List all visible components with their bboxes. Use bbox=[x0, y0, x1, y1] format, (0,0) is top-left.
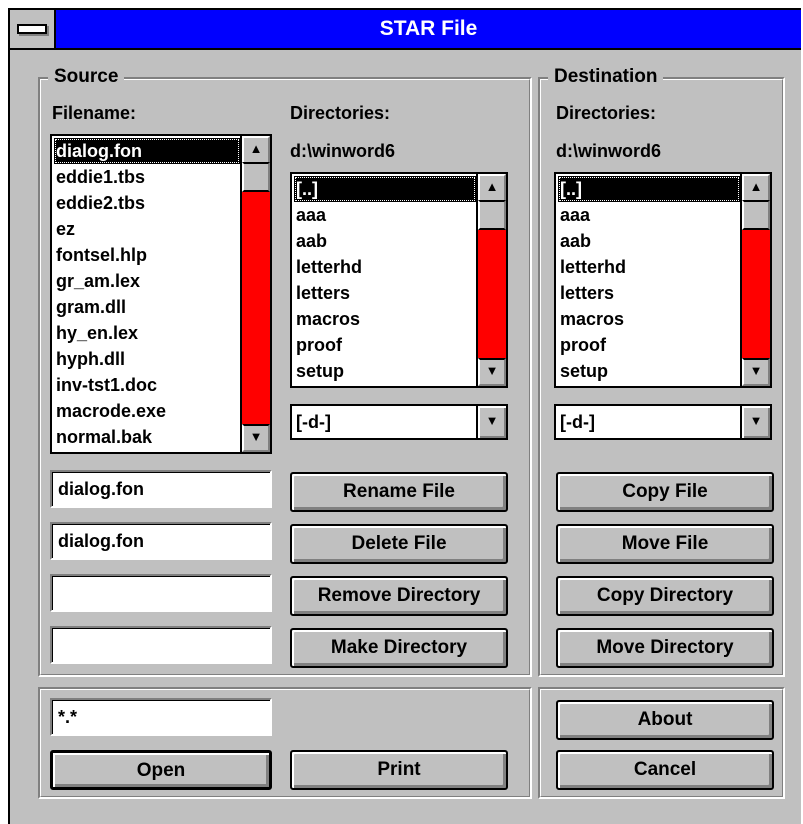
file-list: dialog.fon eddie1.tbs eddie2.tbs ez fontsel.… bbox=[54, 138, 240, 450]
list-item[interactable]: proof bbox=[558, 332, 740, 358]
list-item[interactable]: macros bbox=[558, 306, 740, 332]
system-menu-button[interactable] bbox=[10, 10, 56, 48]
open-button[interactable]: Open bbox=[50, 750, 272, 790]
list-item[interactable]: letters bbox=[294, 280, 476, 306]
print-button[interactable]: Print bbox=[290, 750, 508, 790]
list-item[interactable]: normal.bak bbox=[54, 424, 240, 450]
list-item[interactable]: letters bbox=[558, 280, 740, 306]
scroll-up-arrow-icon[interactable]: ▲ bbox=[242, 136, 270, 164]
source-drive-select[interactable]: [-d-] ▼ bbox=[290, 404, 508, 440]
cancel-button[interactable]: Cancel bbox=[556, 750, 774, 790]
list-item[interactable]: proof bbox=[294, 332, 476, 358]
title-bar[interactable]: STAR File bbox=[10, 10, 801, 50]
file-listbox[interactable]: dialog.fon eddie1.tbs eddie2.tbs ez fontsel.… bbox=[50, 134, 272, 454]
window-title: STAR File bbox=[379, 17, 478, 40]
dropdown-arrow-icon[interactable]: ▼ bbox=[476, 406, 506, 438]
scroll-up-arrow-icon[interactable]: ▲ bbox=[742, 174, 770, 202]
list-item[interactable]: setup bbox=[294, 358, 476, 384]
destination-directories-label: Directories: bbox=[556, 103, 657, 123]
move-directory-button[interactable]: Move Directory bbox=[556, 628, 774, 668]
list-item[interactable]: aab bbox=[294, 228, 476, 254]
list-item[interactable]: eddie2.tbs bbox=[54, 190, 240, 216]
scroll-thumb[interactable] bbox=[242, 162, 270, 192]
directory-field-2[interactable] bbox=[50, 626, 272, 664]
destination-current-directory: d:\winword6 bbox=[556, 141, 661, 161]
list-item[interactable]: hyph.dll bbox=[54, 346, 240, 372]
directory-field-1[interactable] bbox=[50, 574, 272, 612]
destination-directory-listbox[interactable]: [..] aaa aab letterhd letters macros proof setu… bbox=[554, 172, 772, 388]
list-item[interactable]: dialog.fon bbox=[54, 138, 240, 164]
source-legend: Source bbox=[48, 66, 125, 88]
filename-field[interactable]: dialog.fon bbox=[50, 470, 272, 508]
star-file-dialog: STAR File Source Filename: dialog.fon edd… bbox=[8, 8, 801, 824]
destination-drive-value: [-d-] bbox=[560, 412, 595, 432]
filename-label: Filename: bbox=[52, 103, 137, 123]
source-drive-value: [-d-] bbox=[296, 412, 331, 432]
source-directories-label: Directories: bbox=[290, 103, 391, 123]
file-pattern-field[interactable]: *.* bbox=[50, 698, 272, 736]
scroll-down-arrow-icon[interactable]: ▼ bbox=[742, 358, 770, 386]
source-directory-scrollbar[interactable]: ▲ ▼ bbox=[476, 174, 506, 386]
remove-directory-button[interactable]: Remove Directory bbox=[290, 576, 508, 616]
list-item[interactable]: letterhd bbox=[294, 254, 476, 280]
destination-directory-scrollbar[interactable]: ▲ ▼ bbox=[740, 174, 770, 386]
make-directory-button[interactable]: Make Directory bbox=[290, 628, 508, 668]
source-directory-list: [..] aaa aab letterhd letters macros proof setu… bbox=[294, 176, 476, 384]
list-item[interactable]: setup bbox=[558, 358, 740, 384]
list-item[interactable]: fontsel.hlp bbox=[54, 242, 240, 268]
about-button[interactable]: About bbox=[556, 700, 774, 740]
destination-legend: Destination bbox=[548, 66, 664, 88]
list-item[interactable]: [..] bbox=[558, 176, 740, 202]
list-item[interactable]: macrode.exe bbox=[54, 398, 240, 424]
list-item[interactable]: aab bbox=[558, 228, 740, 254]
list-item[interactable]: gr_am.lex bbox=[54, 268, 240, 294]
system-menu-icon bbox=[17, 24, 47, 34]
copy-directory-button[interactable]: Copy Directory bbox=[556, 576, 774, 616]
destination-directory-list: [..] aaa aab letterhd letters macros proof setu… bbox=[558, 176, 740, 384]
scroll-down-arrow-icon[interactable]: ▼ bbox=[478, 358, 506, 386]
destination-drive-select[interactable]: [-d-] ▼ bbox=[554, 404, 772, 440]
scroll-thumb[interactable] bbox=[742, 200, 770, 230]
list-item[interactable]: [..] bbox=[294, 176, 476, 202]
list-item[interactable]: inv-tst1.doc bbox=[54, 372, 240, 398]
copy-file-button[interactable]: Copy File bbox=[556, 472, 774, 512]
dropdown-arrow-icon[interactable]: ▼ bbox=[740, 406, 770, 438]
delete-file-button[interactable]: Delete File bbox=[290, 524, 508, 564]
list-item[interactable]: aaa bbox=[294, 202, 476, 228]
move-file-button[interactable]: Move File bbox=[556, 524, 774, 564]
list-item[interactable]: macros bbox=[294, 306, 476, 332]
list-item[interactable]: aaa bbox=[558, 202, 740, 228]
rename-file-button[interactable]: Rename File bbox=[290, 472, 508, 512]
list-item[interactable]: letterhd bbox=[558, 254, 740, 280]
scroll-thumb[interactable] bbox=[478, 200, 506, 230]
new-filename-field[interactable]: dialog.fon bbox=[50, 522, 272, 560]
file-scrollbar[interactable]: ▲ ▼ bbox=[240, 136, 270, 452]
source-current-directory: d:\winword6 bbox=[290, 141, 395, 161]
scroll-up-arrow-icon[interactable]: ▲ bbox=[478, 174, 506, 202]
list-item[interactable]: eddie1.tbs bbox=[54, 164, 240, 190]
list-item[interactable]: ez bbox=[54, 216, 240, 242]
scroll-down-arrow-icon[interactable]: ▼ bbox=[242, 424, 270, 452]
list-item[interactable]: hy_en.lex bbox=[54, 320, 240, 346]
list-item[interactable]: gram.dll bbox=[54, 294, 240, 320]
source-directory-listbox[interactable]: [..] aaa aab letterhd letters macros proof setu… bbox=[290, 172, 508, 388]
